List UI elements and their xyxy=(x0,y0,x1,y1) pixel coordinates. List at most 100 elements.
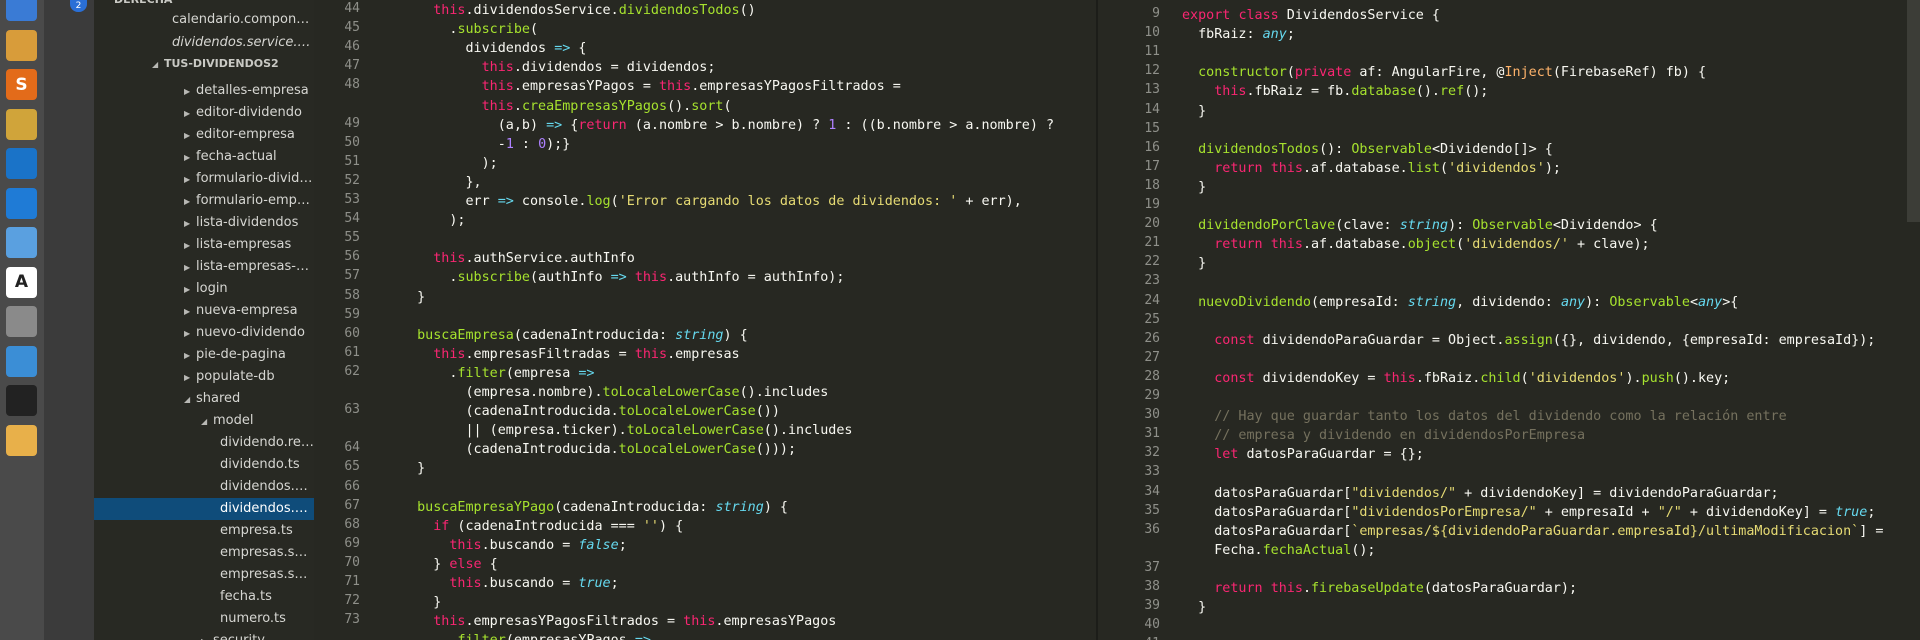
code-line[interactable]: export class DividendosService { xyxy=(1182,6,1440,25)
system-monitor-icon[interactable] xyxy=(6,345,37,377)
caret-right-icon[interactable]: ▶ xyxy=(184,147,196,168)
code-line[interactable]: fbRaiz: any; xyxy=(1182,25,1295,44)
cube-app-icon[interactable] xyxy=(6,227,37,258)
code-line[interactable]: this.dividendos = dividendos; xyxy=(401,58,716,77)
file-item[interactable]: numero.ts xyxy=(94,608,314,630)
vscode-icon[interactable] xyxy=(6,187,37,219)
code-line[interactable]: return this.af.database.list('dividendos… xyxy=(1182,159,1561,178)
code-line[interactable]: -1 : 0);} xyxy=(401,135,571,154)
code-line[interactable]: dividendos => { xyxy=(401,39,586,58)
caret-right-icon[interactable]: ▶ xyxy=(184,345,196,366)
code-line[interactable]: let datosParaGuardar = {}; xyxy=(1182,445,1424,464)
code-line[interactable]: } xyxy=(401,288,425,307)
folder-populate-db[interactable]: ▶ populate-db xyxy=(94,366,314,388)
code-line[interactable]: this.fbRaiz = fb.database().ref(); xyxy=(1182,82,1488,101)
code-line[interactable]: ); xyxy=(401,211,465,230)
code-line[interactable]: } else { xyxy=(401,555,498,574)
code-line[interactable]: return this.af.database.object('dividend… xyxy=(1182,235,1649,254)
text-editor-icon[interactable] xyxy=(6,29,37,61)
terminal-icon[interactable] xyxy=(6,385,37,416)
code-line[interactable]: const dividendoKey = this.fbRaiz.child('… xyxy=(1182,369,1730,388)
open-file-tab[interactable]: calendario.component.html ... xyxy=(94,9,314,31)
code-line[interactable]: // Hay que guardar tanto los datos del d… xyxy=(1182,407,1786,426)
caret-right-icon[interactable]: ▶ xyxy=(184,169,196,190)
caret-right-icon[interactable]: ▶ xyxy=(184,235,196,256)
file-item[interactable]: dividendos.service.s... xyxy=(94,476,314,498)
code-line[interactable]: buscaEmpresaYPago(cadenaIntroducida: str… xyxy=(401,498,788,517)
code-line[interactable]: } xyxy=(401,593,441,612)
code-line[interactable]: } xyxy=(1182,102,1206,121)
file-item[interactable]: empresas.service.ts xyxy=(94,564,314,586)
caret-right-icon[interactable]: ▶ xyxy=(184,323,196,344)
code-line[interactable]: Fecha.fechaActual(); xyxy=(1182,541,1375,560)
code-line[interactable]: dividendosTodos(): Observable<Dividendo[… xyxy=(1182,140,1553,159)
file-item[interactable]: dividendo.ts xyxy=(94,454,314,476)
code-line[interactable]: .filter(empresa => xyxy=(401,364,594,383)
folder-pie-de-pagina[interactable]: ▶ pie-de-pagina xyxy=(94,344,314,366)
editor-pane-right[interactable]: 9 10 11 12 13 14 15 16 17 18 19 20 21 22 23 24 25 26 27 28 2… xyxy=(1098,0,1920,640)
folder-editor-dividendo[interactable]: ▶ editor-dividendo xyxy=(94,102,314,124)
code-line[interactable]: return this.firebaseUpdate(datosParaGuar… xyxy=(1182,579,1577,598)
code-line[interactable]: dividendoPorClave(clave: string): Observ… xyxy=(1182,216,1658,235)
code-line[interactable]: this.buscando = false; xyxy=(401,536,626,555)
font-viewer-icon[interactable]: A xyxy=(6,266,37,298)
code-line[interactable]: this.empresasFiltradas = this.empresas xyxy=(401,345,739,364)
caret-right-icon[interactable]: ▶ xyxy=(184,191,196,212)
caret-right-icon[interactable]: ▶ xyxy=(184,279,196,300)
code-line[interactable]: } xyxy=(401,459,425,478)
editor-scrollbar[interactable] xyxy=(1907,0,1920,222)
virtual-machine-icon[interactable] xyxy=(6,148,37,179)
chrome-browser-icon[interactable] xyxy=(6,0,37,21)
caret-down-icon[interactable]: ◢ xyxy=(152,54,164,75)
code-line[interactable]: (cadenaIntroducida.toLocaleLowerCase()))… xyxy=(401,440,796,459)
folder-nuevo-dividendo[interactable]: ▶ nuevo-dividendo xyxy=(94,322,314,344)
code-line[interactable]: .subscribe( xyxy=(401,20,538,39)
code-line[interactable]: } xyxy=(1182,178,1206,197)
folder-lista-empresas[interactable]: ▶ lista-empresas xyxy=(94,234,314,256)
file-item[interactable]: empresas.service.sp... xyxy=(94,542,314,564)
code-line[interactable]: this.buscando = true; xyxy=(401,574,618,593)
folder-login[interactable]: ▶ login xyxy=(94,278,314,300)
file-item[interactable]: dividendos.service.ts xyxy=(94,498,314,520)
caret-right-icon[interactable]: ▶ xyxy=(184,103,196,124)
editor-pane-left[interactable]: 44 45 46 47 48 49 50 51 52 53 54 55 56 57 58 59 60 61 62 63… xyxy=(314,0,1096,640)
folder-nueva-empresa[interactable]: ▶ nueva-empresa xyxy=(94,300,314,322)
folder-model[interactable]: ◢ model xyxy=(94,410,314,432)
code-line[interactable]: (a,b) => {return (a.nombre > b.nombre) ?… xyxy=(401,116,1054,135)
file-item[interactable]: fecha.ts xyxy=(94,586,314,608)
code-line[interactable]: nuevoDividendo(empresaId: string, divide… xyxy=(1182,293,1738,312)
notes-app-icon[interactable] xyxy=(6,424,37,456)
folder-lista-dividendos[interactable]: ▶ lista-dividendos xyxy=(94,212,314,234)
code-line[interactable]: this.dividendosService.dividendosTodos() xyxy=(401,1,756,20)
file-item[interactable]: empresa.ts xyxy=(94,520,314,542)
folder-security[interactable]: ▶security xyxy=(94,630,314,640)
caret-down-icon[interactable]: ◢ xyxy=(184,389,196,410)
settings-tools-icon[interactable] xyxy=(6,306,37,337)
code-line[interactable]: ); xyxy=(401,154,498,173)
code-line[interactable]: this.authService.authInfo xyxy=(401,249,635,268)
code-line[interactable]: buscaEmpresa(cadenaIntroducida: string) … xyxy=(401,326,748,345)
code-line[interactable]: (cadenaIntroducida.toLocaleLowerCase()) xyxy=(401,402,779,421)
folder-formulario-empresa[interactable]: ▶ formulario-empresa xyxy=(94,190,314,212)
code-line[interactable]: } xyxy=(1182,598,1206,617)
code-line[interactable]: .subscribe(authInfo => this.authInfo = a… xyxy=(401,268,844,287)
folder-lista-empresas-admin[interactable]: ▶lista-empresas-admin xyxy=(94,256,314,278)
code-line[interactable]: }, xyxy=(401,173,481,192)
code-line[interactable]: datosParaGuardar["dividendos/" + dividen… xyxy=(1182,484,1778,503)
code-line[interactable]: this.creaEmpresasYPagos().sort( xyxy=(401,97,732,116)
caret-down-icon[interactable]: ◢ xyxy=(201,411,213,432)
sublime-text-icon[interactable]: S xyxy=(6,69,37,100)
open-file-tab-active[interactable]: dividendos.service.ts src/app/s... xyxy=(94,31,314,53)
code-line[interactable]: this.empresasYPagos = this.empresasYPago… xyxy=(401,77,901,96)
folder-shared[interactable]: ◢ shared xyxy=(94,388,314,410)
folder-editor-empresa[interactable]: ▶ editor-empresa xyxy=(94,124,314,146)
code-line[interactable]: .filter(empresasYPagos => xyxy=(401,631,651,640)
code-line[interactable]: // empresa y dividendo en dividendosPorE… xyxy=(1182,426,1585,445)
caret-right-icon[interactable]: ▶ xyxy=(184,125,196,146)
code-line[interactable]: datosParaGuardar["dividendosPorEmpresa/"… xyxy=(1182,503,1875,522)
code-line[interactable]: datosParaGuardar[`empresas/${dividendoPa… xyxy=(1182,522,1883,541)
caret-right-icon[interactable]: ▶ xyxy=(184,81,196,102)
caret-right-icon[interactable]: ▶ xyxy=(184,367,196,388)
folder-fecha-actual[interactable]: ▶ fecha-actual xyxy=(94,146,314,168)
caret-right-icon[interactable]: ▶ xyxy=(184,257,196,278)
